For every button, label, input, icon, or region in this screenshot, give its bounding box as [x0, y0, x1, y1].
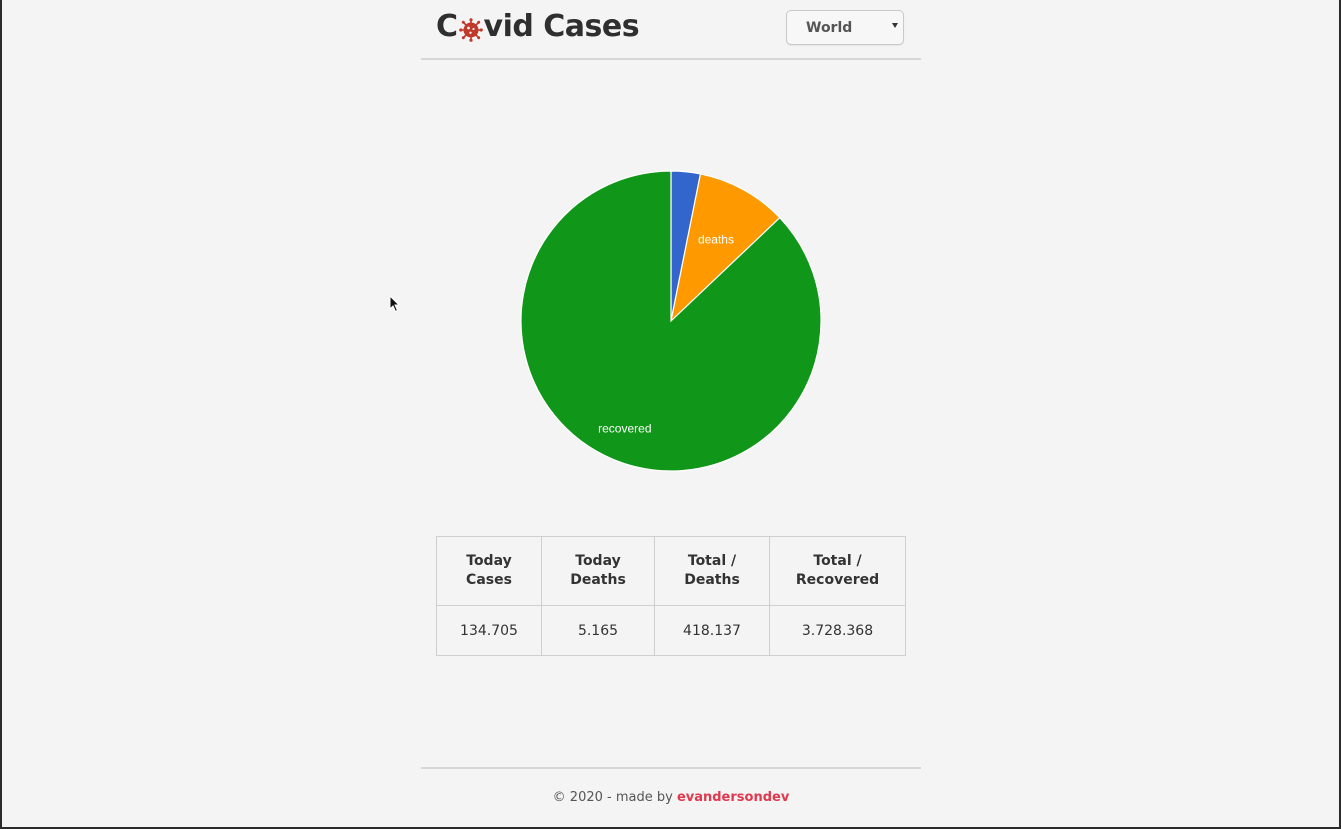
- author-link[interactable]: evandersondev: [677, 790, 789, 805]
- title-suffix: vid Cases: [483, 9, 640, 44]
- footer: © 2020 - made by evandersondev: [421, 790, 921, 805]
- pie-label-deaths: deaths: [698, 233, 734, 247]
- page-title: C vid Cases: [436, 9, 640, 44]
- value-today-cases: 134.705: [436, 605, 542, 656]
- header: C vid Cases World: [421, 0, 921, 60]
- cases-pie-chart: deaths recovered: [520, 170, 822, 472]
- stats-header-row: Today Cases Today Deaths Total / Deaths …: [436, 536, 906, 606]
- title-prefix: C: [436, 9, 458, 44]
- pie-label-recovered: recovered: [598, 422, 651, 436]
- pie-svg: deaths recovered: [520, 170, 822, 472]
- value-total-deaths: 418.137: [654, 605, 770, 656]
- header-total-deaths: Total / Deaths: [654, 536, 770, 606]
- footer-divider: [421, 767, 921, 769]
- country-select-value: World: [806, 20, 853, 36]
- country-select[interactable]: World: [786, 10, 904, 45]
- table-row: 134.705 5.165 418.137 3.728.368: [436, 605, 906, 656]
- header-today-cases: Today Cases: [436, 536, 542, 606]
- footer-text: © 2020 - made by: [552, 790, 677, 805]
- header-today-deaths: Today Deaths: [541, 536, 655, 606]
- value-total-recovered: 3.728.368: [769, 605, 906, 656]
- header-total-recovered: Total / Recovered: [769, 536, 906, 606]
- mouse-cursor-icon: [389, 294, 401, 313]
- stats-table: Today Cases Today Deaths Total / Deaths …: [436, 536, 906, 656]
- virus-icon: [458, 15, 483, 42]
- chevron-down-icon: [892, 23, 898, 28]
- value-today-deaths: 5.165: [541, 605, 655, 656]
